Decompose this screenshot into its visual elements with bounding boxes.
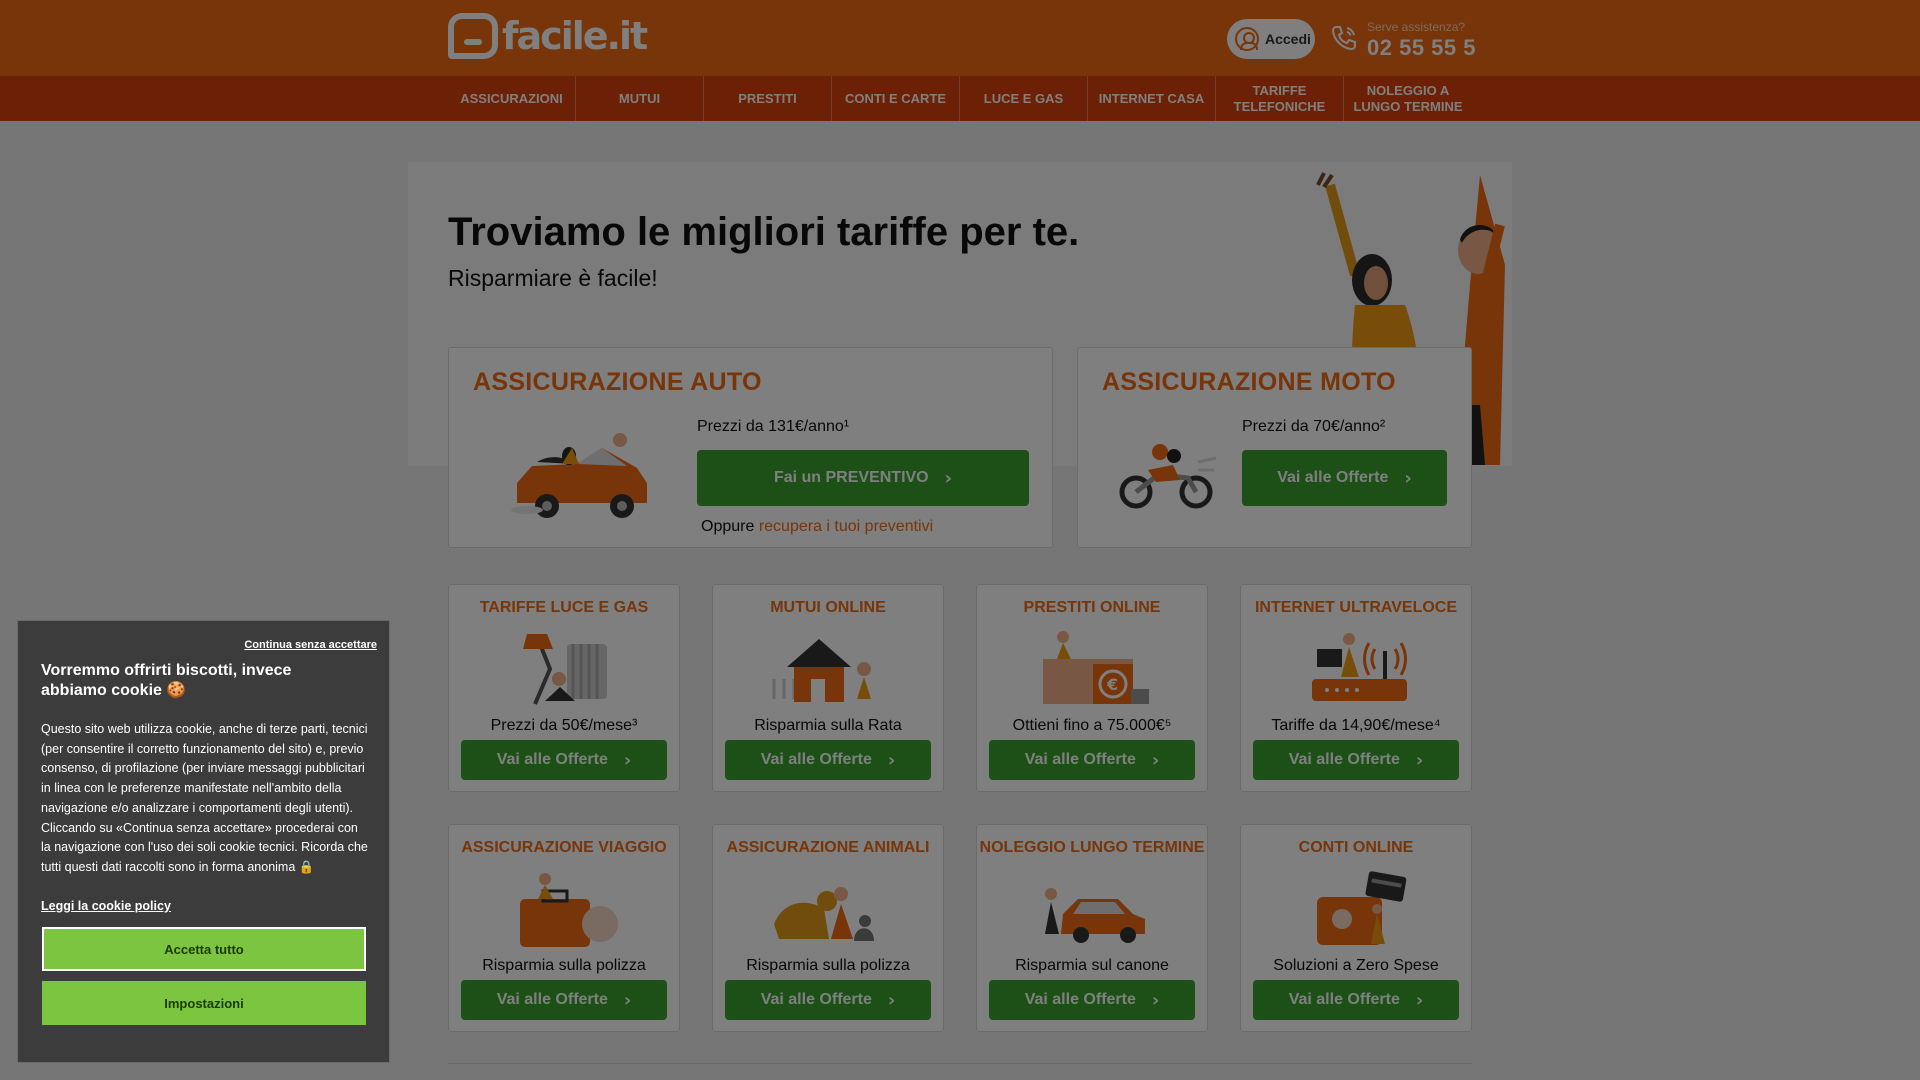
cookie-policy-link[interactable]: Leggi la cookie policy [41, 899, 171, 913]
cookie-title: Vorremmo offrirti biscotti, invece abbia… [41, 662, 292, 699]
continue-without-accepting-link[interactable]: Continua senza accettare [244, 639, 377, 651]
cookie-body: Questo sito web utilizza cookie, anche d… [41, 722, 368, 874]
cookie-settings-button[interactable]: Impostazioni [42, 981, 366, 1025]
cookie-banner: Continua senza accettare Vorremmo offrir… [17, 620, 390, 1063]
accept-all-button[interactable]: Accetta tutto [42, 927, 366, 971]
